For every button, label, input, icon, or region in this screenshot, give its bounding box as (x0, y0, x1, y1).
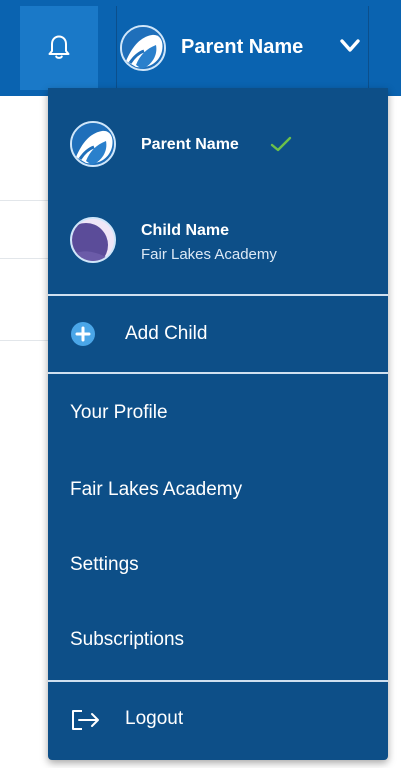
plus-circle-icon (70, 321, 96, 352)
notifications-button[interactable] (20, 6, 98, 90)
menu-separator (48, 372, 388, 374)
menu-item-label: Settings (70, 554, 139, 575)
app-stage: Parent Name Parent Name Child Name Fair … (0, 0, 401, 768)
menu-separator (48, 294, 388, 296)
logout-label: Logout (125, 708, 184, 729)
chevron-down-icon (339, 38, 361, 59)
add-child-label: Add Child (125, 323, 208, 344)
logout-icon (70, 708, 102, 737)
topbar-divider (368, 6, 369, 90)
account-school: Fair Lakes Academy (141, 246, 277, 263)
background-divider (0, 200, 50, 201)
account-item-child[interactable]: Child Name Fair Lakes Academy (48, 202, 388, 282)
menu-item-label: Subscriptions (70, 629, 185, 650)
account-dropdown-menu: Parent Name Child Name Fair Lakes Academ… (48, 88, 388, 760)
bell-icon (43, 30, 75, 67)
menu-item-label: Fair Lakes Academy (70, 479, 243, 500)
account-menu-button[interactable]: Parent Name (117, 6, 367, 90)
background-divider (0, 340, 50, 341)
background-divider (0, 258, 50, 259)
account-item-parent[interactable]: Parent Name (48, 104, 388, 184)
account-name: Parent Name (141, 136, 239, 153)
top-nav-bar: Parent Name (0, 0, 401, 96)
add-child-button[interactable]: Add Child (48, 300, 388, 368)
account-name: Child Name (141, 222, 230, 239)
menu-item-school[interactable]: Fair Lakes Academy (48, 463, 388, 519)
menu-item-your-profile[interactable]: Your Profile (48, 386, 388, 442)
user-name: Parent Name (181, 36, 304, 58)
menu-item-settings[interactable]: Settings (48, 538, 388, 594)
parent-avatar-icon (120, 25, 166, 71)
logout-button[interactable]: Logout (48, 690, 388, 750)
check-icon (270, 135, 292, 158)
menu-separator (48, 680, 388, 682)
child-avatar-icon (70, 217, 116, 263)
menu-item-label: Your Profile (70, 402, 168, 423)
menu-item-subscriptions[interactable]: Subscriptions (48, 613, 388, 669)
parent-avatar-icon (70, 121, 116, 167)
